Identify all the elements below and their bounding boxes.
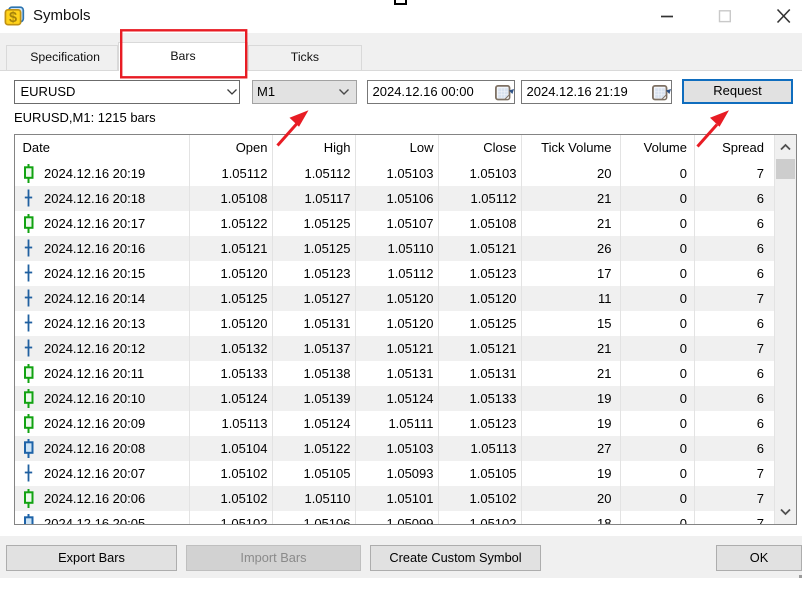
- svg-text:$: $: [9, 10, 17, 26]
